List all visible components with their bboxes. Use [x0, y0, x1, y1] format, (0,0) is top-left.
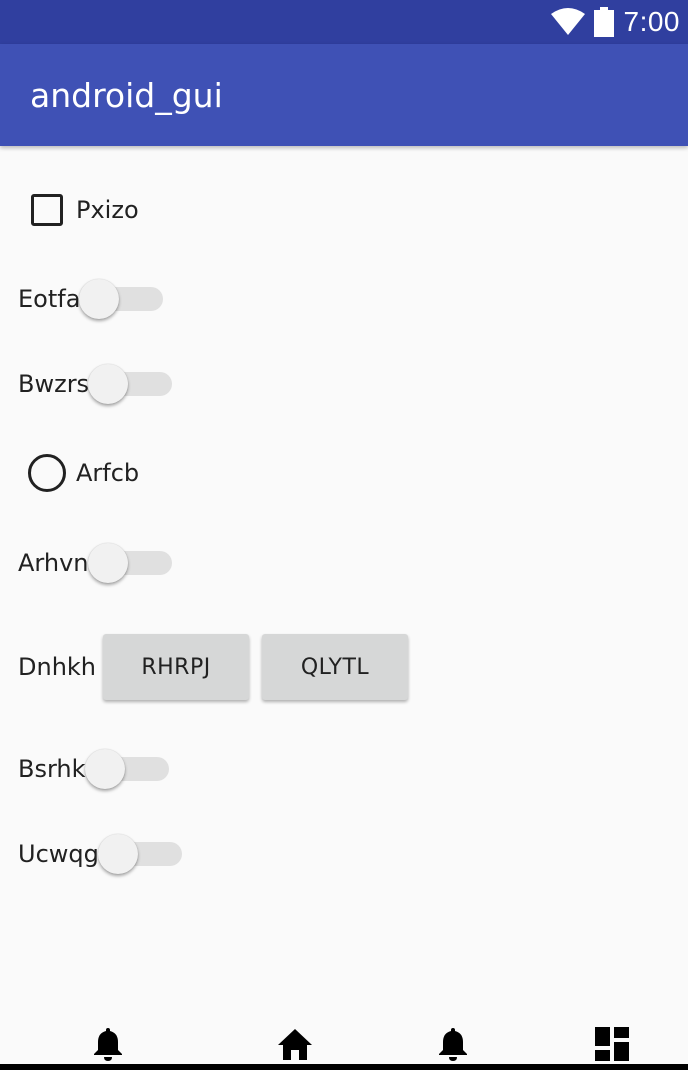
bell-icon[interactable]: [435, 1026, 471, 1062]
checkbox-row[interactable]: Pxizo: [0, 190, 688, 230]
switch-label: Bwzrs: [18, 370, 90, 398]
switch-thumb[interactable]: [97, 834, 138, 874]
status-bar: 7:00: [0, 0, 688, 44]
bell-icon[interactable]: [90, 1026, 126, 1062]
checkbox-pxizo[interactable]: [31, 194, 63, 226]
app-title: android_gui: [30, 76, 223, 115]
switch-thumb[interactable]: [84, 749, 125, 789]
status-icons: 7:00: [550, 0, 681, 44]
radio-label: Arfcb: [76, 459, 140, 487]
switch-thumb[interactable]: [88, 364, 129, 404]
radio-row[interactable]: Arfcb: [0, 453, 688, 493]
switch-row-ucwqg: Ucwqg: [0, 834, 688, 874]
qlytl-button[interactable]: QLYTL: [262, 634, 409, 700]
switch-label: Ucwqg: [18, 840, 99, 868]
wifi-icon: [550, 8, 585, 35]
switch-thumb[interactable]: [87, 543, 128, 583]
switch-label: Bsrhk: [18, 755, 86, 783]
switch-row-bwzrs: Bwzrs: [0, 364, 688, 404]
switch-label: Eotfa: [18, 285, 81, 313]
bottom-navigation: [0, 1018, 688, 1070]
bottom-edge: [0, 1064, 688, 1070]
checkbox-label: Pxizo: [76, 196, 139, 224]
switch-row-arhvn: Arhvn: [0, 543, 688, 583]
switch-row-bsrhk: Bsrhk: [0, 749, 688, 789]
button-row-dnhkh: Dnhkh RHRPJ QLYTL: [0, 633, 688, 701]
dashboard-icon[interactable]: [594, 1026, 630, 1062]
battery-icon: [593, 7, 614, 37]
app-bar: android_gui: [0, 44, 688, 146]
switch-thumb[interactable]: [79, 279, 120, 319]
radio-arfcb[interactable]: [28, 454, 66, 492]
switch-label: Arhvn: [18, 549, 89, 577]
home-icon[interactable]: [277, 1026, 313, 1062]
rhrpj-button[interactable]: RHRPJ: [103, 634, 250, 700]
button-row-label: Dnhkh: [18, 653, 97, 681]
status-time: 7:00: [623, 6, 680, 37]
switch-row-eotfa: Eotfa: [0, 279, 688, 319]
